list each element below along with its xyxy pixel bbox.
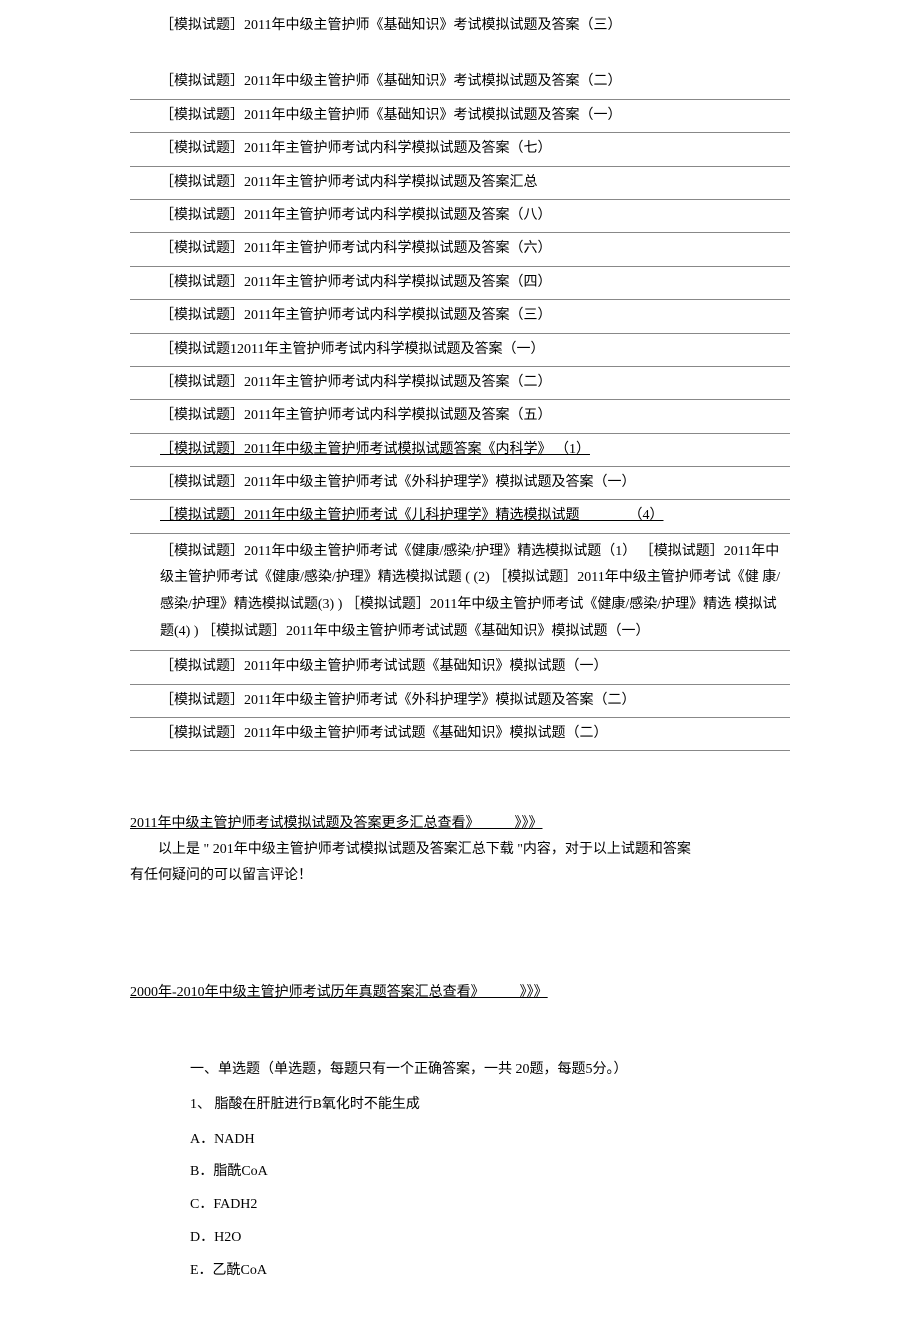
list-item[interactable]: ［模拟试题］2011年主管护师考试内科学模拟试题及答案汇总 [130,167,790,200]
quiz-option-e[interactable]: E．乙酰CoA [190,1256,790,1287]
list-item[interactable]: ［模拟试题］2011年主管护师考试内科学模拟试题及答案（五） [130,400,790,433]
list-item[interactable]: ［模拟试题］2011年主管护师考试内科学模拟试题及答案（八） [130,200,790,233]
note-text-line1: 以上是 " 201年中级主管护师考试模拟试题及答案汇总下载 "内容，对于以上试题… [130,837,790,864]
quiz-section: 一、单选题（单选题，每题只有一个正确答案，一共 20题，每题5分。） 1、 脂酸… [130,1055,790,1287]
list-item[interactable]: ［模拟试题］2011年主管护师考试内科学模拟试题及答案（三） [130,300,790,333]
paragraph-links[interactable]: ［模拟试题］2011年中级主管护师考试《健康/感染/护理》精选模拟试题（1） ［… [130,534,790,651]
list-item[interactable]: ［模拟试题］2011年中级主管护师《基础知识》考试模拟试题及答案（一） [130,100,790,133]
quiz-question: 1、 脂酸在肝脏进行B氧化时不能生成 [190,1090,790,1121]
summary-link-2011[interactable]: 2011年中级主管护师考试模拟试题及答案更多汇总查看》 》》》 [130,811,790,836]
link-text: ［模拟试题］2011年中级主管护师考试模拟试题答案《内科学》 （1） [160,442,590,457]
document-content: ［模拟试题］2011年中级主管护师《基础知识》考试模拟试题及答案（三） ［模拟试… [130,10,790,1287]
list-item[interactable]: ［模拟试题］2011年中级主管护师考试《儿科护理学》精选模拟试题 （4） [130,500,790,533]
exam-links-list: ［模拟试题］2011年中级主管护师《基础知识》考试模拟试题及答案（三） ［模拟试… [130,10,790,751]
list-item[interactable]: ［模拟试题］2011年主管护师考试内科学模拟试题及答案（七） [130,133,790,166]
list-item[interactable]: ［模拟试题］2011年主管护师考试内科学模拟试题及答案（二） [130,367,790,400]
list-item[interactable]: ［模拟试题］2011年中级主管护师考试《外科护理学》模拟试题及答案（二） [130,685,790,718]
list-item[interactable]: ［模拟试题］2011年中级主管护师《基础知识》考试模拟试题及答案（三） [130,10,790,42]
list-item[interactable]: ［模拟试题］2011年中级主管护师考试试题《基础知识》模拟试题（一） [130,651,790,684]
list-item[interactable]: ［模拟试题］2011年中级主管护师考试试题《基础知识》模拟试题（二） [130,718,790,751]
quiz-heading: 一、单选题（单选题，每题只有一个正确答案，一共 20题，每题5分。） [190,1055,790,1086]
link-text: ［模拟试题］2011年中级主管护师考试《儿科护理学》精选模拟试题 （4） [160,508,663,523]
note-text-line2: 有任何疑问的可以留言评论！ [130,863,790,890]
summary-link-2000-2010[interactable]: 2000年-2010年中级主管护师考试历年真题答案汇总查看》 》》》 [130,980,790,1005]
quiz-option-b[interactable]: B．脂酰CoA [190,1157,790,1188]
list-item[interactable]: ［模拟试题12011年主管护师考试内科学模拟试题及答案（一） [130,334,790,367]
quiz-option-d[interactable]: D．H2O [190,1223,790,1254]
list-item[interactable]: ［模拟试题］2011年中级主管护师考试《外科护理学》模拟试题及答案（一） [130,467,790,500]
quiz-option-a[interactable]: A．NADH [190,1125,790,1156]
quiz-option-c[interactable]: C．FADH2 [190,1190,790,1221]
list-item[interactable]: ［模拟试题］2011年中级主管护师《基础知识》考试模拟试题及答案（二） [130,66,790,99]
list-item[interactable]: ［模拟试题］2011年主管护师考试内科学模拟试题及答案（六） [130,233,790,266]
list-item[interactable]: ［模拟试题］2011年主管护师考试内科学模拟试题及答案（四） [130,267,790,300]
list-item[interactable]: ［模拟试题］2011年中级主管护师考试模拟试题答案《内科学》 （1） [130,434,790,467]
